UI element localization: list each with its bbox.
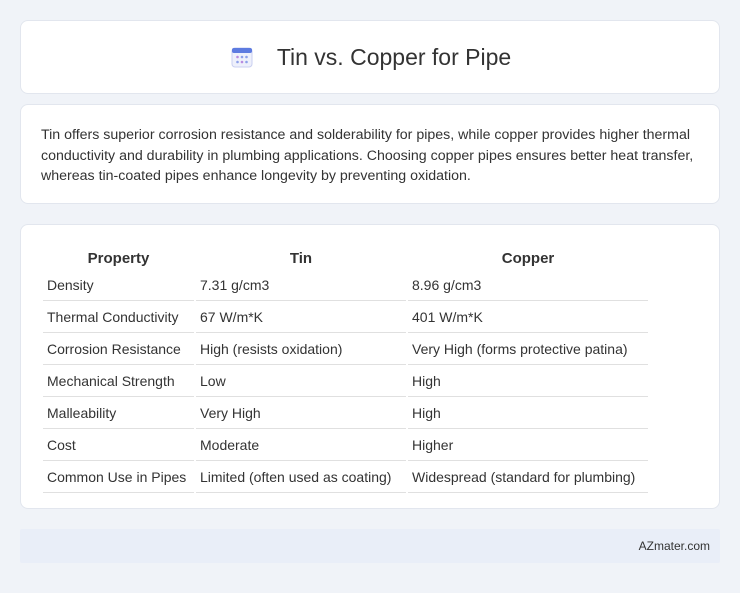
tin-cell: Limited (often used as coating) bbox=[196, 463, 406, 493]
table-row: Malleability Very High High bbox=[43, 399, 648, 429]
footer-site-label[interactable]: AZmater.com bbox=[639, 539, 710, 553]
copper-cell: 8.96 g/cm3 bbox=[408, 271, 648, 301]
copper-cell: Widespread (standard for plumbing) bbox=[408, 463, 648, 493]
property-cell: Corrosion Resistance bbox=[43, 335, 194, 365]
tin-cell: Very High bbox=[196, 399, 406, 429]
comparison-table: Property Tin Copper Density 7.31 g/cm3 8… bbox=[41, 245, 650, 495]
header-tin: Tin bbox=[289, 250, 313, 267]
table-row: Thermal Conductivity 67 W/m*K 401 W/m*K bbox=[43, 303, 648, 333]
property-cell: Malleability bbox=[43, 399, 194, 429]
table-header-row: Property Tin Copper bbox=[43, 247, 648, 269]
tin-cell: Moderate bbox=[196, 431, 406, 461]
copper-cell: Higher bbox=[408, 431, 648, 461]
header-property: Property bbox=[87, 250, 150, 267]
page-title: Tin vs. Copper for Pipe bbox=[276, 43, 512, 70]
header-copper: Copper bbox=[501, 250, 555, 267]
tin-cell: Low bbox=[196, 367, 406, 397]
description-card: Tin offers superior corrosion resistance… bbox=[20, 104, 720, 204]
footer: AZmater.com bbox=[20, 529, 720, 563]
description-text: Tin offers superior corrosion resistance… bbox=[41, 127, 694, 184]
tin-cell: High (resists oxidation) bbox=[196, 335, 406, 365]
tin-cell: 7.31 g/cm3 bbox=[196, 271, 406, 301]
property-cell: Common Use in Pipes bbox=[43, 463, 194, 493]
table-row: Common Use in Pipes Limited (often used … bbox=[43, 463, 648, 493]
title-card: Tin vs. Copper for Pipe bbox=[20, 20, 720, 94]
copper-cell: 401 W/m*K bbox=[408, 303, 648, 333]
calendar-icon bbox=[229, 44, 255, 70]
table-row: Density 7.31 g/cm3 8.96 g/cm3 bbox=[43, 271, 648, 301]
comparison-table-card: Property Tin Copper Density 7.31 g/cm3 8… bbox=[20, 224, 720, 509]
copper-cell: High bbox=[408, 367, 648, 397]
property-cell: Mechanical Strength bbox=[43, 367, 194, 397]
property-cell: Thermal Conductivity bbox=[43, 303, 194, 333]
property-cell: Cost bbox=[43, 431, 194, 461]
tin-cell: 67 W/m*K bbox=[196, 303, 406, 333]
table-row: Corrosion Resistance High (resists oxida… bbox=[43, 335, 648, 365]
table-row: Cost Moderate Higher bbox=[43, 431, 648, 461]
copper-cell: Very High (forms protective patina) bbox=[408, 335, 648, 365]
table-row: Mechanical Strength Low High bbox=[43, 367, 648, 397]
property-cell: Density bbox=[43, 271, 194, 301]
copper-cell: High bbox=[408, 399, 648, 429]
